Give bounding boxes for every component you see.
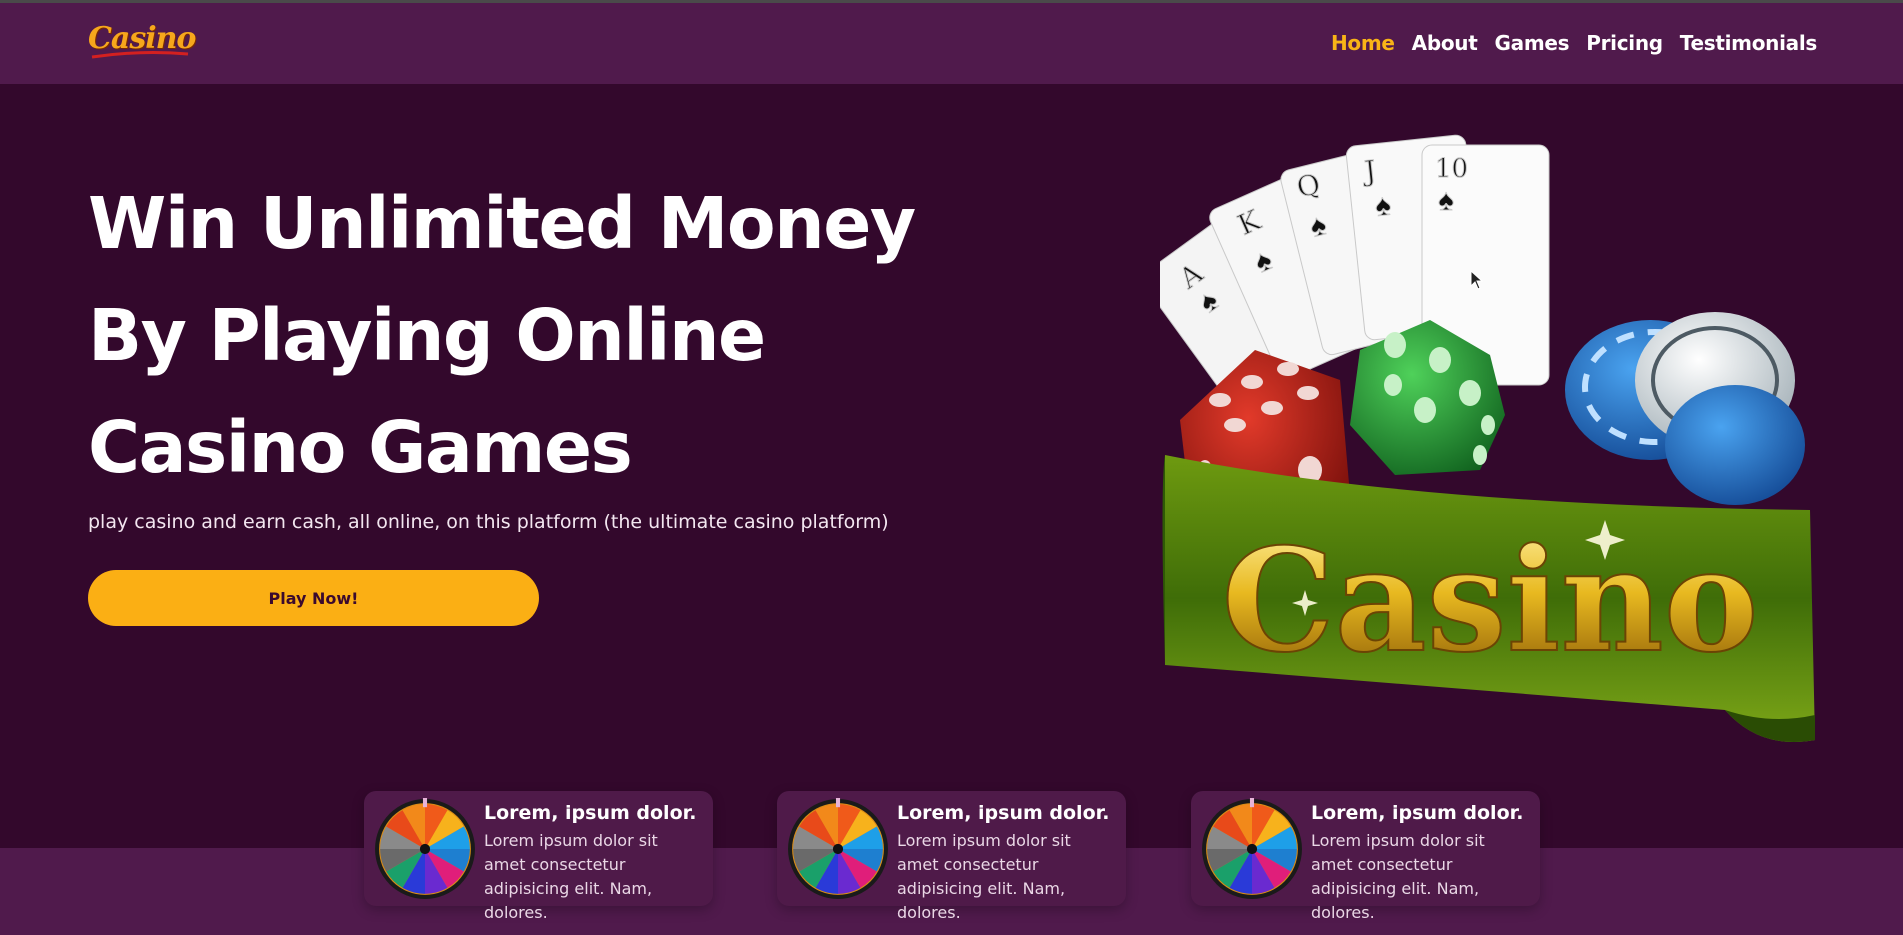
roulette-wheel-icon — [788, 798, 888, 899]
feature-card[interactable]: Lorem, ipsum dolor. Lorem ipsum dolor si… — [777, 791, 1126, 922]
roulette-wheel-icon — [1202, 798, 1302, 899]
svg-text:♠: ♠ — [1438, 184, 1454, 217]
feature-text: Lorem ipsum dolor sit amet consectetur a… — [1311, 831, 1485, 922]
nav-games[interactable]: Games — [1495, 31, 1570, 55]
feature-title: Lorem, ipsum dolor. — [1311, 802, 1524, 824]
feature-text: Lorem ipsum dolor sit amet consectetur a… — [484, 831, 658, 922]
feature-text: Lorem ipsum dolor sit amet consectetur a… — [897, 831, 1071, 922]
feature-card[interactable]: Lorem, ipsum dolor. Lorem ipsum dolor si… — [1191, 791, 1540, 922]
nav-home[interactable]: Home — [1331, 31, 1395, 55]
casino-chips-icon — [1565, 312, 1805, 505]
hero-subtitle: play casino and earn cash, all online, o… — [88, 511, 889, 533]
nav-testimonials[interactable]: Testimonials — [1680, 31, 1818, 55]
main-nav: Home About Games Pricing Testimonials — [1331, 31, 1817, 55]
site-logo[interactable]: Casino — [88, 21, 196, 59]
nav-about[interactable]: About — [1412, 31, 1478, 55]
hero-title: Win Unlimited Money By Playing Online Ca… — [88, 182, 916, 489]
mouse-cursor-icon — [1470, 270, 1484, 290]
svg-text:10: 10 — [1435, 154, 1468, 184]
feature-title: Lorem, ipsum dolor. — [484, 802, 697, 824]
logo-swoosh-icon — [91, 51, 189, 59]
feature-title: Lorem, ipsum dolor. — [897, 802, 1110, 824]
play-now-button[interactable]: Play Now! — [88, 570, 539, 626]
nav-pricing[interactable]: Pricing — [1586, 31, 1663, 55]
feature-card[interactable]: Lorem, ipsum dolor. Lorem ipsum dolor si… — [364, 791, 713, 922]
casino-hero-image: A K Q J 10 ♠ ♠ ♠ ♠ ♠ Casino — [1160, 134, 1815, 742]
site-header: Casino Home About Games Pricing Testimon… — [0, 3, 1903, 84]
roulette-wheel-icon — [375, 798, 475, 899]
